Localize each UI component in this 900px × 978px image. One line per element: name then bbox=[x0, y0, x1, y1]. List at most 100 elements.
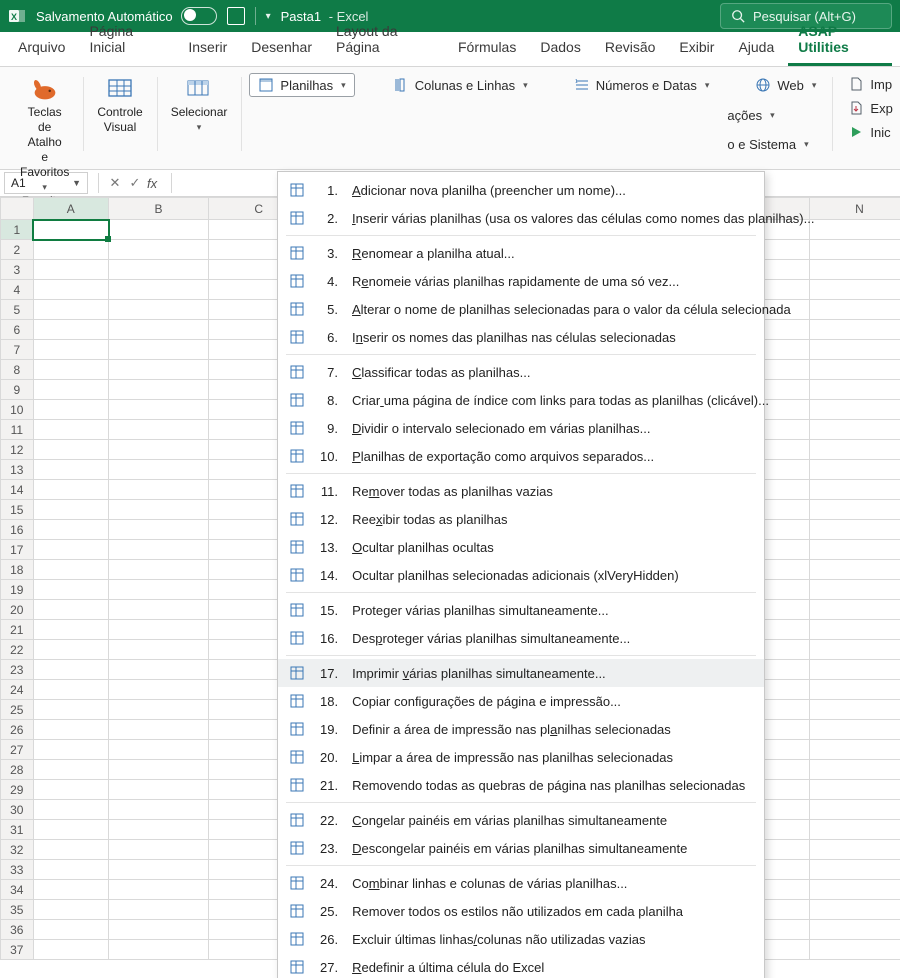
cell[interactable] bbox=[109, 620, 209, 640]
row-header[interactable]: 2 bbox=[1, 240, 34, 260]
menu-item-17[interactable]: 17.Imprimir várias planilhas simultaneam… bbox=[278, 659, 764, 687]
export-button[interactable]: Exp bbox=[840, 97, 900, 119]
import-button[interactable]: Imp bbox=[840, 73, 900, 95]
cell[interactable] bbox=[109, 520, 209, 540]
cell[interactable] bbox=[33, 680, 108, 700]
cell[interactable] bbox=[33, 480, 108, 500]
row-header[interactable]: 12 bbox=[1, 440, 34, 460]
cell[interactable] bbox=[33, 740, 108, 760]
cell[interactable] bbox=[809, 500, 900, 520]
cell[interactable] bbox=[109, 560, 209, 580]
cell[interactable] bbox=[809, 840, 900, 860]
cell[interactable] bbox=[109, 580, 209, 600]
cell[interactable] bbox=[109, 480, 209, 500]
cell[interactable] bbox=[33, 820, 108, 840]
menu-item-8[interactable]: 8.Criar uma página de índice com links p… bbox=[278, 386, 764, 414]
cell[interactable] bbox=[33, 560, 108, 580]
cell[interactable] bbox=[809, 900, 900, 920]
row-header[interactable]: 4 bbox=[1, 280, 34, 300]
row-header[interactable]: 6 bbox=[1, 320, 34, 340]
cell[interactable] bbox=[809, 720, 900, 740]
row-header[interactable]: 22 bbox=[1, 640, 34, 660]
menu-item-15[interactable]: 15.Proteger várias planilhas simultaneam… bbox=[278, 596, 764, 624]
menu-item-3[interactable]: 3.Renomear a planilha atual... bbox=[278, 239, 764, 267]
cell[interactable] bbox=[33, 260, 108, 280]
menu-item-2[interactable]: 2.Inserir várias planilhas (usa os valor… bbox=[278, 204, 764, 232]
row-header[interactable]: 9 bbox=[1, 380, 34, 400]
tab-p-gina-inicial[interactable]: Página Inicial bbox=[79, 17, 174, 66]
cell[interactable] bbox=[809, 480, 900, 500]
row-header[interactable]: 32 bbox=[1, 840, 34, 860]
cell[interactable] bbox=[109, 600, 209, 620]
cell[interactable] bbox=[809, 220, 900, 240]
cell[interactable] bbox=[109, 320, 209, 340]
cell[interactable] bbox=[809, 820, 900, 840]
cell[interactable] bbox=[809, 520, 900, 540]
cell[interactable] bbox=[109, 540, 209, 560]
tab-desenhar[interactable]: Desenhar bbox=[241, 33, 322, 66]
cell[interactable] bbox=[33, 500, 108, 520]
cell[interactable] bbox=[109, 900, 209, 920]
menu-item-9[interactable]: 9.Dividir o intervalo selecionado em vár… bbox=[278, 414, 764, 442]
tab-f-rmulas[interactable]: Fórmulas bbox=[448, 33, 526, 66]
planilhas-menu[interactable]: 1.Adicionar nova planilha (preencher um … bbox=[277, 171, 765, 978]
cell[interactable] bbox=[33, 380, 108, 400]
menu-item-23[interactable]: 23.Descongelar painéis em várias planilh… bbox=[278, 834, 764, 862]
menu-item-27[interactable]: 27.Redefinir a última célula do Excel bbox=[278, 953, 764, 978]
menu-item-16[interactable]: 16.Desproteger várias planilhas simultan… bbox=[278, 624, 764, 652]
cell[interactable] bbox=[33, 700, 108, 720]
cell[interactable] bbox=[33, 520, 108, 540]
cell[interactable] bbox=[109, 660, 209, 680]
row-header[interactable]: 15 bbox=[1, 500, 34, 520]
row-header[interactable]: 35 bbox=[1, 900, 34, 920]
menu-item-11[interactable]: 11.Remover todas as planilhas vazias bbox=[278, 477, 764, 505]
tab-dados[interactable]: Dados bbox=[530, 33, 590, 66]
cell[interactable] bbox=[33, 620, 108, 640]
web-dropdown[interactable]: Web▾ bbox=[747, 73, 824, 97]
cell[interactable] bbox=[809, 880, 900, 900]
cell[interactable] bbox=[109, 840, 209, 860]
cell[interactable] bbox=[109, 420, 209, 440]
sistema-dropdown[interactable]: o e Sistema▾ bbox=[719, 134, 816, 155]
cell[interactable] bbox=[109, 820, 209, 840]
menu-item-19[interactable]: 19.Definir a área de impressão nas plani… bbox=[278, 715, 764, 743]
row-header[interactable]: 25 bbox=[1, 700, 34, 720]
row-header[interactable]: 7 bbox=[1, 340, 34, 360]
cell[interactable] bbox=[33, 280, 108, 300]
menu-item-5[interactable]: 5.Alterar o nome de planilhas selecionad… bbox=[278, 295, 764, 323]
cell[interactable] bbox=[33, 240, 108, 260]
cell[interactable] bbox=[33, 780, 108, 800]
cell[interactable] bbox=[809, 680, 900, 700]
cell[interactable] bbox=[109, 440, 209, 460]
cell[interactable] bbox=[809, 740, 900, 760]
menu-item-18[interactable]: 18.Copiar configurações de página e impr… bbox=[278, 687, 764, 715]
cell[interactable] bbox=[809, 700, 900, 720]
cell[interactable] bbox=[109, 640, 209, 660]
cell[interactable] bbox=[109, 760, 209, 780]
cell[interactable] bbox=[809, 400, 900, 420]
cell[interactable] bbox=[809, 360, 900, 380]
cell[interactable] bbox=[33, 220, 108, 240]
visual-control-button[interactable]: Controle Visual bbox=[91, 73, 148, 137]
col-header[interactable]: B bbox=[109, 198, 209, 220]
cell[interactable] bbox=[809, 580, 900, 600]
row-header[interactable]: 31 bbox=[1, 820, 34, 840]
acoes-dropdown[interactable]: ações▾ bbox=[719, 105, 782, 126]
cell[interactable] bbox=[109, 920, 209, 940]
row-header[interactable]: 30 bbox=[1, 800, 34, 820]
menu-item-25[interactable]: 25.Remover todos os estilos não utilizad… bbox=[278, 897, 764, 925]
cell[interactable] bbox=[809, 320, 900, 340]
cell[interactable] bbox=[809, 560, 900, 580]
shortcuts-favorites-button[interactable]: Teclas de Atalho e Favoritos▾ bbox=[14, 73, 75, 195]
start-button[interactable]: Inic bbox=[840, 121, 900, 143]
tab-layout-da-p-gina[interactable]: Layout da Página bbox=[326, 17, 444, 66]
row-header[interactable]: 13 bbox=[1, 460, 34, 480]
row-header[interactable]: 18 bbox=[1, 560, 34, 580]
tab-inserir[interactable]: Inserir bbox=[178, 33, 237, 66]
cell[interactable] bbox=[109, 940, 209, 960]
row-header[interactable]: 16 bbox=[1, 520, 34, 540]
cell[interactable] bbox=[109, 260, 209, 280]
colunas-linhas-dropdown[interactable]: Colunas e Linhas▾ bbox=[385, 73, 536, 97]
cell[interactable] bbox=[33, 300, 108, 320]
cell[interactable] bbox=[809, 640, 900, 660]
